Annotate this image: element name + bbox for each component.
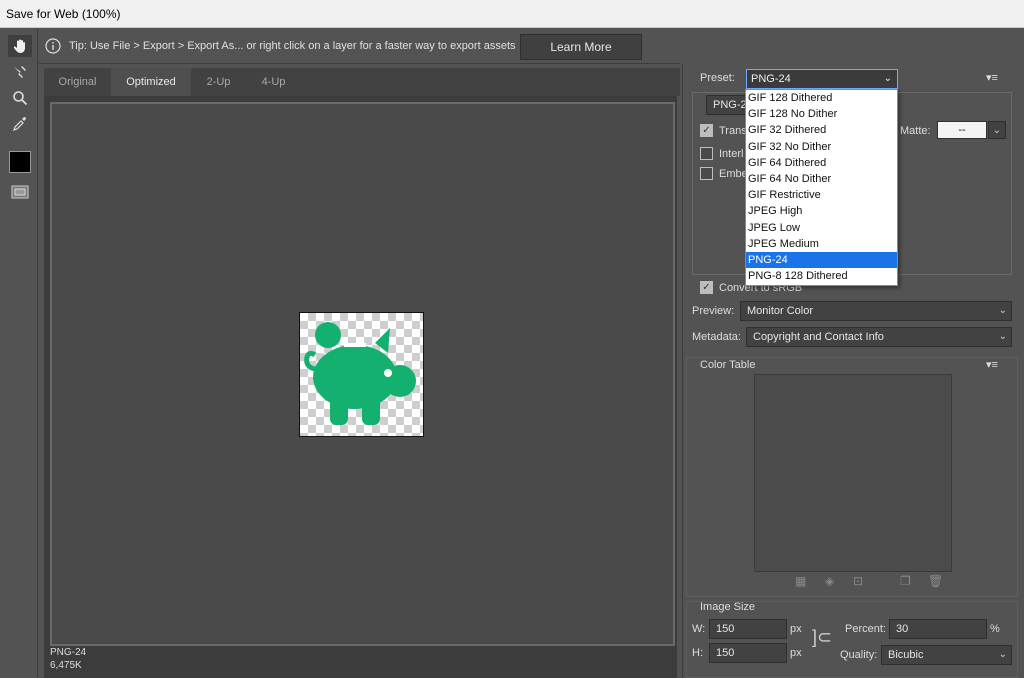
preset-menu-icon[interactable]: ▾≡ — [986, 71, 998, 84]
preset-label: Preset: — [700, 72, 735, 84]
view-tabs: Original Optimized 2-Up 4-Up — [44, 68, 680, 96]
link-dimensions-icon[interactable]: ]⊂ — [812, 627, 832, 648]
slice-select-tool-icon[interactable] — [8, 61, 32, 83]
preset-option[interactable]: GIF 32 No Dither — [746, 139, 897, 155]
preset-option[interactable]: GIF 64 No Dither — [746, 171, 897, 187]
preset-option[interactable]: GIF 32 Dithered — [746, 122, 897, 138]
preset-option[interactable]: GIF 128 No Dither — [746, 106, 897, 122]
metadata-select[interactable]: Copyright and Contact Info ⌄ — [746, 327, 1012, 347]
height-input[interactable]: 150 — [709, 643, 787, 663]
toggle-slices-icon[interactable] — [8, 181, 32, 203]
metadata-value: Copyright and Contact Info — [753, 331, 884, 343]
lock-color-icon[interactable]: ⊡ — [853, 574, 863, 588]
preset-option[interactable]: GIF Restrictive — [746, 187, 897, 203]
height-label: H: — [692, 647, 703, 659]
quality-value: Bicubic — [888, 649, 924, 661]
percent-unit: % — [990, 623, 1000, 635]
tab-2-up[interactable]: 2-Up — [191, 68, 246, 96]
width-unit: px — [790, 623, 802, 635]
trash-icon[interactable]: 🗑 — [928, 574, 943, 588]
preset-dropdown-list: GIF 128 Dithered GIF 128 No Dither GIF 3… — [745, 89, 898, 286]
preview-label: Preview: — [692, 305, 735, 317]
color-table-title: Color Table — [700, 359, 756, 371]
interlaced-checkbox[interactable] — [700, 147, 713, 160]
tab-optimized[interactable]: Optimized — [111, 68, 191, 96]
preset-value: PNG-24 — [751, 73, 791, 85]
interlaced-label: Interl — [719, 148, 744, 160]
hand-tool-icon[interactable] — [8, 35, 32, 57]
width-value: 150 — [716, 623, 735, 635]
chevron-down-icon: ⌄ — [883, 73, 892, 84]
percent-label: Percent: — [845, 623, 886, 635]
tip-bar: Tip: Use File > Export > Export As... or… — [39, 29, 680, 64]
tool-strip — [0, 29, 38, 678]
color-table-swatches — [754, 374, 952, 572]
chevron-down-icon: ⌄ — [992, 125, 1001, 136]
color-table-menu-icon[interactable]: ▾≡ — [986, 358, 998, 371]
height-value: 150 — [716, 647, 735, 659]
quality-select[interactable]: Bicubic ⌄ — [881, 645, 1012, 665]
matte-value: -- — [958, 124, 966, 136]
piggy-bank-icon — [304, 322, 416, 425]
eyedropper-color-swatch[interactable] — [8, 151, 32, 173]
matte-color-field[interactable]: -- — [937, 121, 987, 139]
transparency-checkbox[interactable]: ✓ — [700, 124, 713, 137]
info-icon — [45, 38, 61, 57]
embed-label: Embe — [719, 168, 748, 180]
zoom-tool-icon[interactable] — [8, 87, 32, 109]
preset-option[interactable]: PNG-8 128 Dithered — [746, 268, 897, 284]
new-color-icon[interactable]: ❐ — [900, 574, 911, 588]
width-label: W: — [692, 623, 706, 635]
preset-option[interactable]: GIF 64 Dithered — [746, 155, 897, 171]
preset-option[interactable]: JPEG Medium — [746, 236, 897, 252]
transparency-label: Trans — [719, 125, 747, 137]
preview-value: Monitor Color — [747, 305, 814, 317]
eyedropper-tool-icon[interactable] — [8, 113, 32, 135]
preset-option-selected[interactable]: PNG-24 — [746, 251, 897, 269]
percent-input[interactable]: 30 — [889, 619, 987, 639]
status-format: PNG-24 — [50, 647, 87, 658]
preset-option[interactable]: JPEG Low — [746, 220, 897, 236]
tab-original[interactable]: Original — [44, 68, 111, 96]
preset-select[interactable]: PNG-24 ⌄ — [746, 69, 898, 89]
cube-icon[interactable]: ◈ — [825, 574, 834, 588]
width-input[interactable]: 150 — [709, 619, 787, 639]
tab-4-up[interactable]: 4-Up — [246, 68, 301, 96]
window-title: Save for Web (100%) — [0, 0, 1024, 28]
chevron-down-icon: ⌄ — [998, 649, 1007, 660]
metadata-label: Metadata: — [692, 331, 741, 343]
chevron-down-icon: ⌄ — [998, 305, 1007, 316]
height-unit: px — [790, 647, 802, 659]
embed-profile-checkbox[interactable] — [700, 167, 713, 180]
matte-label: Matte: — [900, 125, 931, 137]
percent-value: 30 — [896, 623, 909, 635]
learn-more-button[interactable]: Learn More — [520, 34, 642, 60]
matte-dropdown[interactable]: ⌄ — [988, 121, 1006, 139]
tip-text: Tip: Use File > Export > Export As... or… — [69, 40, 516, 52]
chevron-down-icon: ⌄ — [998, 331, 1007, 342]
convert-srgb-checkbox[interactable]: ✓ — [700, 281, 713, 294]
image-size-title: Image Size — [700, 601, 756, 613]
optimized-image — [299, 312, 424, 437]
web-shift-icon[interactable]: ▦ — [795, 574, 806, 588]
preset-option[interactable]: JPEG High — [746, 203, 897, 219]
preview-status: PNG-24 6,475K — [50, 646, 86, 672]
status-size: 6,475K — [50, 660, 82, 671]
preset-option[interactable]: GIF 128 Dithered — [746, 90, 897, 106]
preview-select[interactable]: Monitor Color ⌄ — [740, 301, 1012, 321]
quality-label: Quality: — [840, 649, 878, 661]
